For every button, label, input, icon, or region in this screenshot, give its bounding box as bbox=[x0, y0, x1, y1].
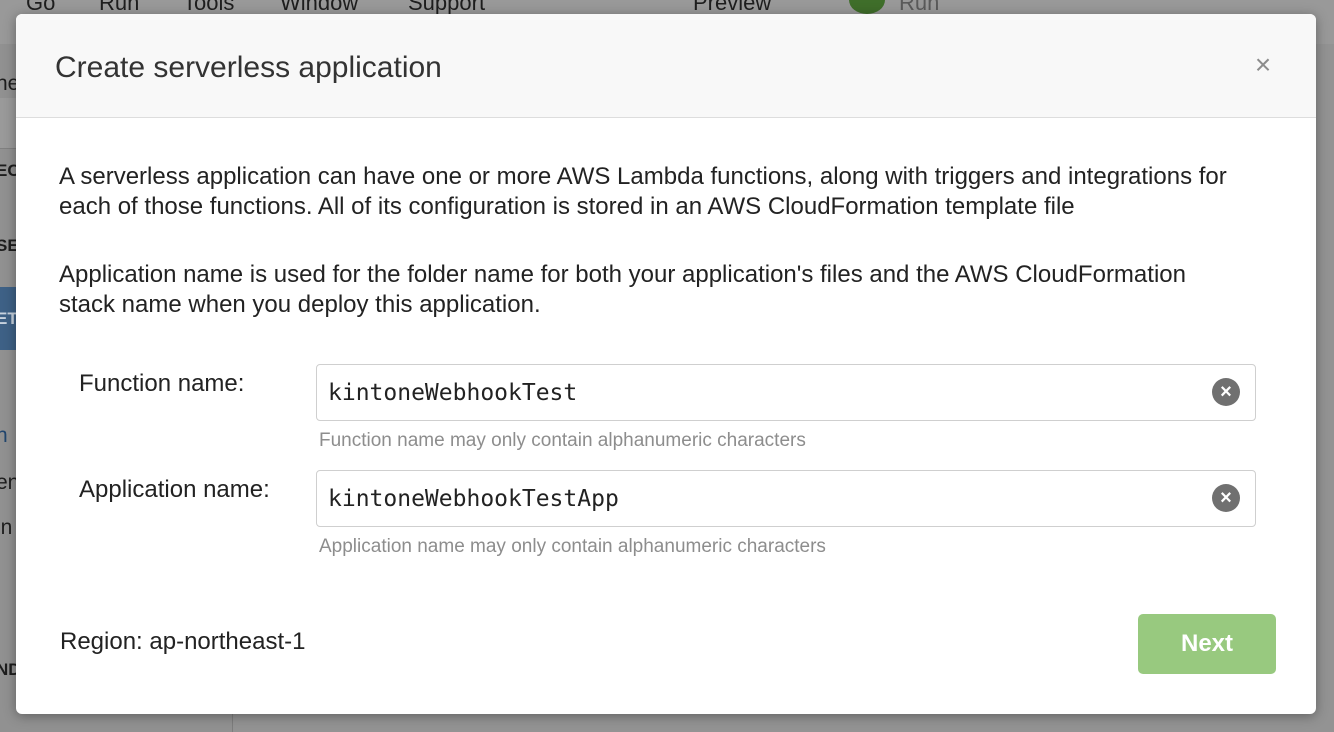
run-icon bbox=[849, 0, 885, 14]
application-name-field: × bbox=[316, 470, 1256, 527]
dialog-header: Create serverless application × bbox=[16, 14, 1316, 118]
application-name-hint: Application name may only contain alphan… bbox=[319, 536, 826, 557]
application-name-input[interactable] bbox=[328, 483, 1188, 515]
dialog-description-application-name: Application name is used for the folder … bbox=[59, 261, 1186, 318]
sidebar-fragment: n bbox=[0, 424, 8, 447]
close-icon[interactable]: × bbox=[1248, 50, 1278, 80]
clear-function-name-icon[interactable]: × bbox=[1212, 378, 1240, 406]
application-name-label: Application name: bbox=[79, 476, 270, 503]
sidebar-fragment: in bbox=[0, 516, 13, 539]
create-serverless-application-dialog: Create serverless application × A server… bbox=[16, 14, 1316, 714]
function-name-label: Function name: bbox=[79, 370, 245, 397]
next-button[interactable]: Next bbox=[1138, 614, 1276, 674]
dialog-title: Create serverless application bbox=[55, 51, 442, 84]
function-name-field: × bbox=[316, 364, 1256, 421]
function-name-input[interactable] bbox=[328, 377, 1188, 409]
clear-application-name-icon[interactable]: × bbox=[1212, 484, 1240, 512]
region-label: Region: ap-northeast-1 bbox=[60, 628, 306, 655]
function-name-hint: Function name may only contain alphanume… bbox=[319, 430, 806, 451]
dialog-description: A serverless application can have one or… bbox=[59, 163, 1227, 220]
